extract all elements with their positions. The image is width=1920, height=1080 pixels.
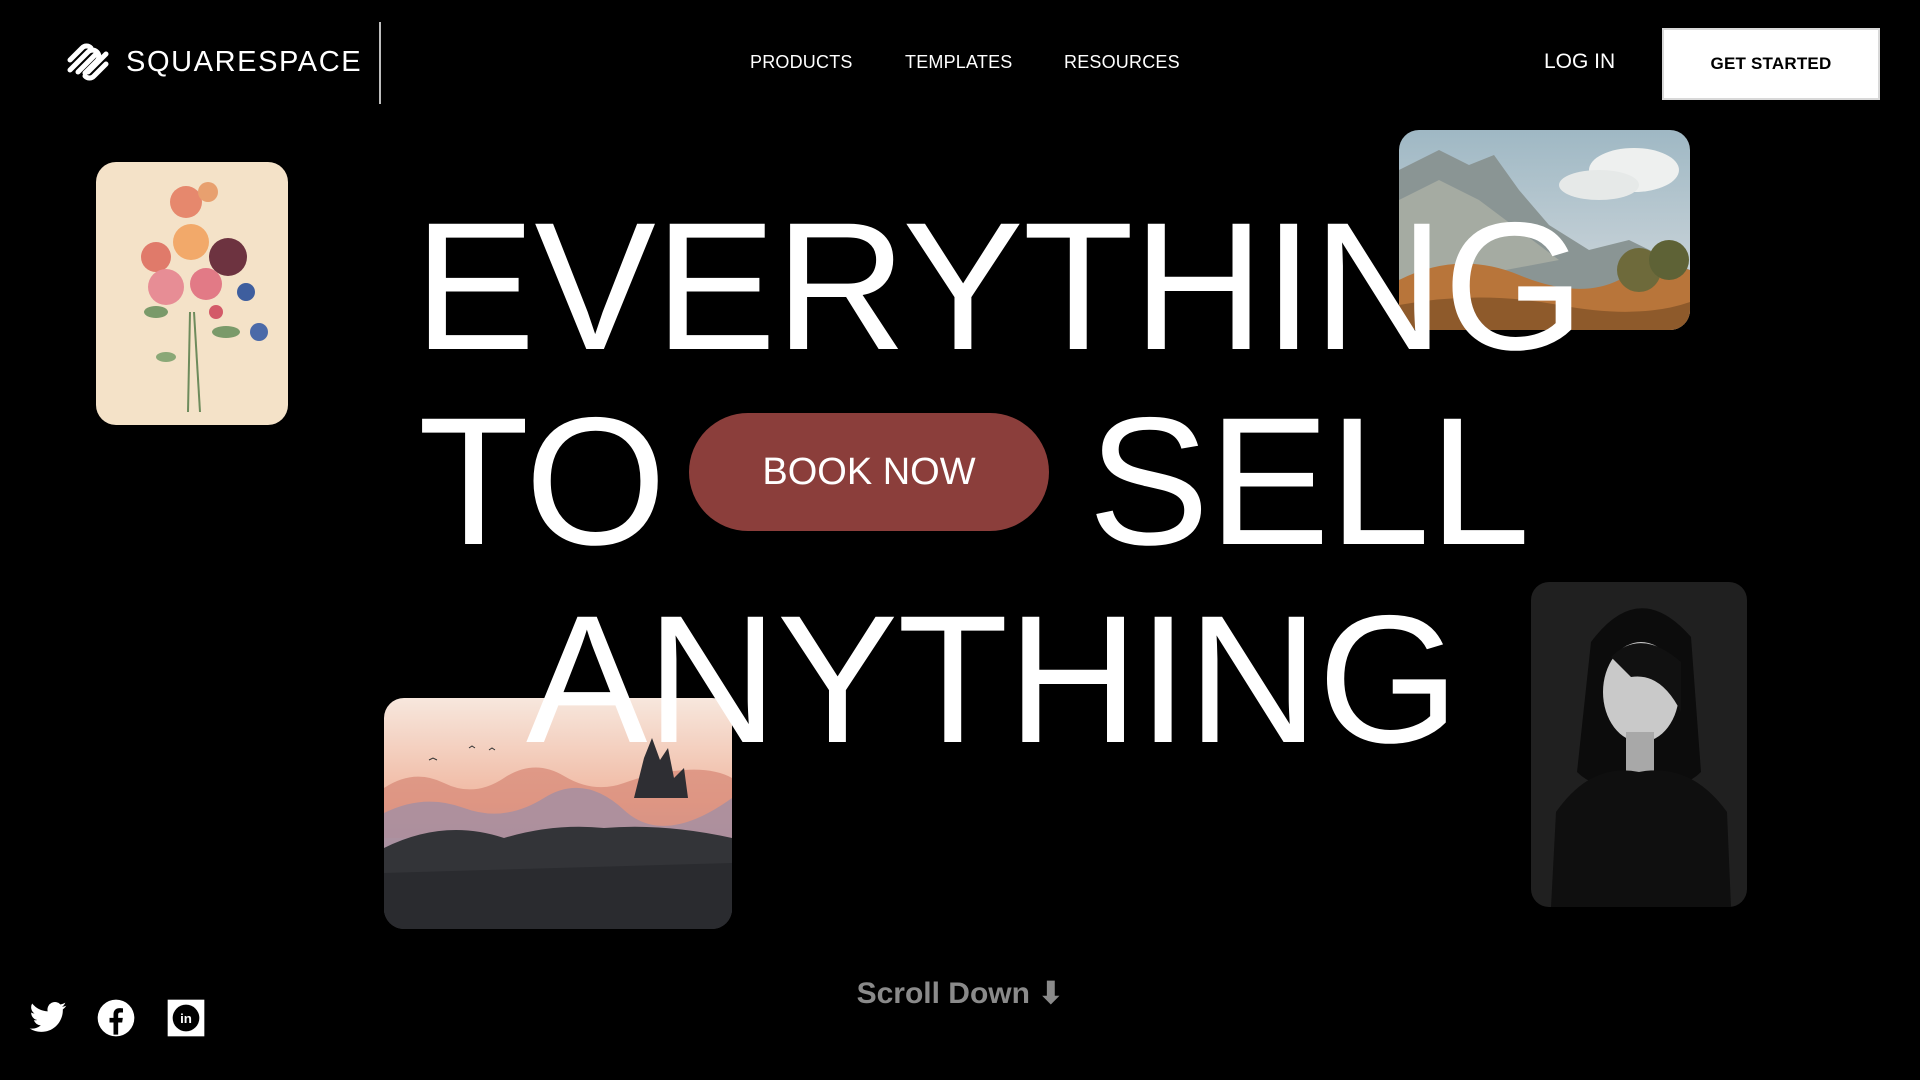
twitter-icon[interactable]	[28, 998, 68, 1038]
book-now-button[interactable]: BOOK NOW	[689, 413, 1049, 531]
brand-logo[interactable]: SQUARESPACE	[62, 40, 362, 84]
get-started-button[interactable]: GET STARTED	[1662, 28, 1880, 100]
linkedin-icon[interactable]: in	[166, 998, 206, 1038]
headline-line-1: EVERYTHING	[414, 184, 1585, 388]
headline-line-3: ANYTHING	[526, 577, 1459, 781]
squarespace-logo-icon	[67, 43, 109, 81]
nav-templates[interactable]: TEMPLATES	[905, 52, 1013, 73]
headline-line-2-left: TO	[418, 379, 666, 583]
brand-name: SQUARESPACE	[126, 45, 363, 78]
facebook-icon[interactable]	[96, 998, 136, 1038]
woman-portrait-image	[1531, 582, 1747, 907]
svg-text:in: in	[180, 1011, 192, 1026]
login-link[interactable]: LOG IN	[1544, 50, 1615, 74]
nav-resources[interactable]: RESOURCES	[1064, 52, 1180, 73]
nav-products[interactable]: PRODUCTS	[750, 52, 853, 73]
scroll-down-link[interactable]: Scroll Down ⬇	[0, 976, 1920, 1011]
header-divider	[379, 22, 381, 104]
botanical-flowers-image	[96, 162, 288, 425]
headline-line-2-right: SELL	[1088, 379, 1530, 583]
